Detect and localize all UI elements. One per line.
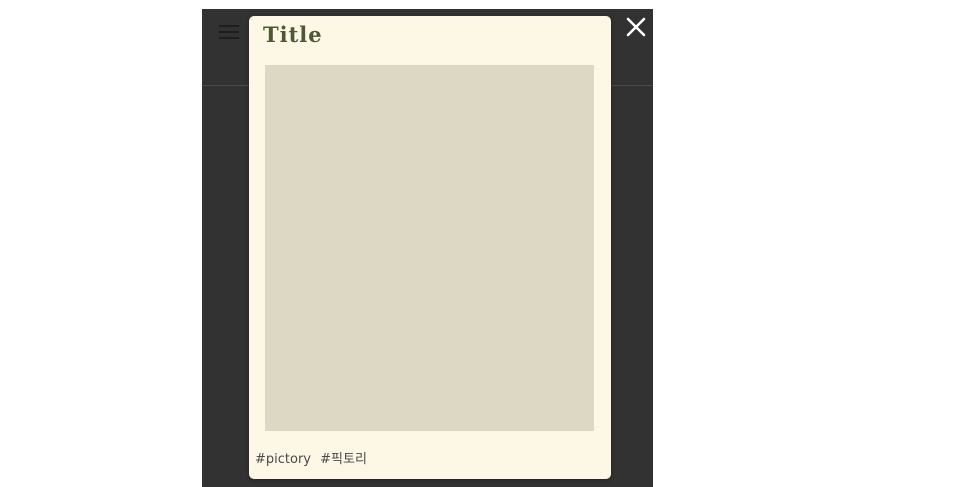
post-image-placeholder <box>265 65 594 431</box>
hamburger-menu-icon[interactable] <box>219 25 239 39</box>
close-icon-glyph <box>626 17 646 37</box>
menu-icon-bar <box>219 25 239 27</box>
tag-list: #pictory #픽토리 <box>255 448 372 467</box>
tag-pictory[interactable]: #pictory <box>255 452 311 467</box>
menu-icon-bar <box>219 37 239 39</box>
post-detail-modal: Title #pictory #픽토리 <box>249 16 611 479</box>
tag-pictory-korean[interactable]: #픽토리 <box>320 452 367 467</box>
post-title: Title <box>263 22 323 47</box>
menu-icon-bar <box>219 31 239 33</box>
close-icon[interactable] <box>624 15 648 39</box>
